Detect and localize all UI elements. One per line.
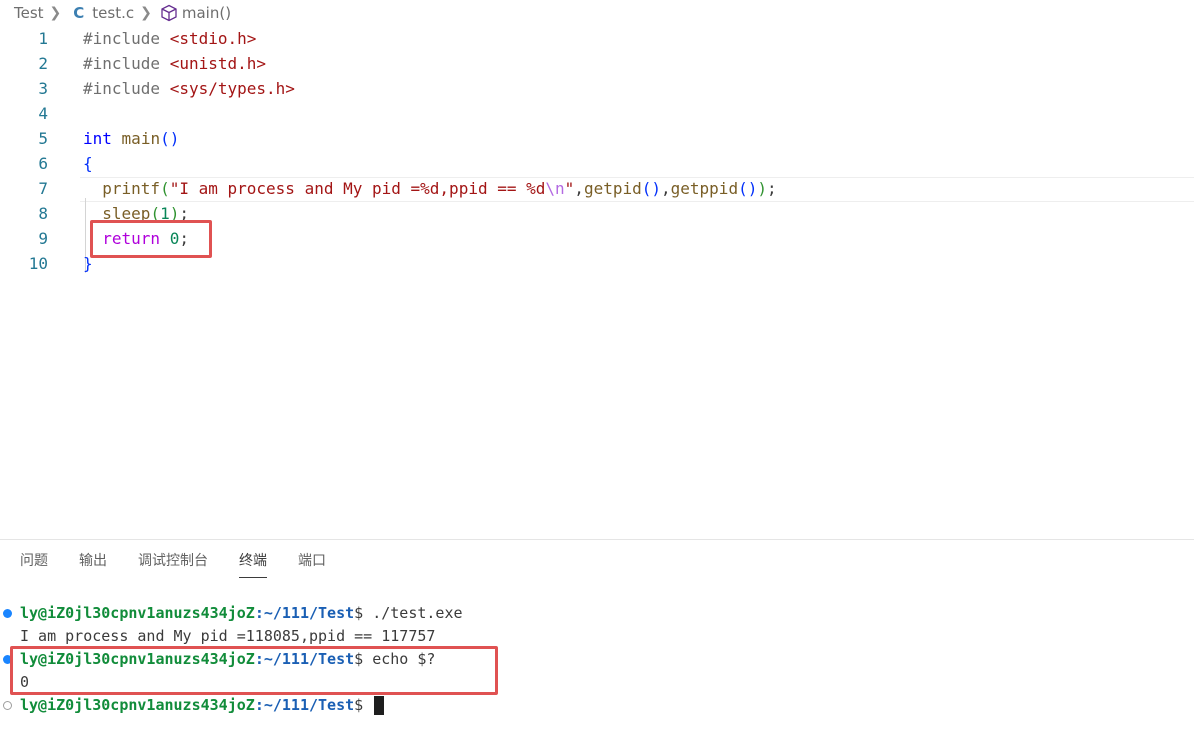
prompt-dollar: $ [354, 604, 364, 622]
code-line[interactable]: 3 #include <sys/types.h> [0, 76, 1194, 101]
code-token: ; [766, 179, 777, 198]
line-number: 4 [38, 104, 48, 123]
terminal-output-line: I am process and My pid =118085,ppid == … [20, 625, 435, 648]
terminal-prompt-line: ly@iZ0jl30cpnv1anuzs434joZ:~/111/Test$ [20, 694, 385, 717]
return-highlight-box [90, 220, 212, 258]
code-token: #include [83, 54, 170, 73]
terminal-cursor [374, 696, 385, 715]
code-token: \n [545, 179, 565, 198]
tab-debug-console[interactable]: 调试控制台 [138, 550, 208, 576]
prompt-path: :~/111/Test [254, 696, 355, 714]
tab-output[interactable]: 输出 [79, 550, 107, 576]
code-text: #include <stdio.h> [83, 26, 256, 51]
line-number: 5 [38, 129, 48, 148]
prompt-dollar: $ [354, 696, 364, 714]
line-number: 6 [38, 154, 48, 173]
code-line[interactable]: 1 #include <stdio.h> [0, 26, 1194, 51]
panel-divider [0, 539, 1194, 540]
code-token: () [160, 129, 180, 148]
command-decoration-icon[interactable] [3, 701, 12, 710]
code-token: main [121, 129, 161, 148]
breadcrumb-symbol[interactable]: main() [160, 4, 231, 22]
code-token: ( [160, 179, 170, 198]
c-file-icon: C [73, 4, 85, 22]
command-decoration-icon[interactable] [3, 609, 12, 618]
code-text: { [83, 151, 93, 176]
prompt-path: :~/111/Test [254, 604, 355, 622]
code-token: getpid [583, 179, 642, 198]
terminal[interactable]: ly@iZ0jl30cpnv1anuzs434joZ:~/111/Test$ .… [0, 600, 1194, 729]
code-token: "I am process and My pid =%d,ppid == %d [169, 179, 546, 198]
code-line[interactable]: 4 [0, 101, 1194, 126]
code-text: int main() [83, 126, 179, 151]
chevron-right-icon: ❯ [49, 5, 62, 21]
line-number: 7 [38, 179, 48, 198]
terminal-command [363, 696, 372, 714]
code-line[interactable]: 7 printf("I am process and My pid =%d,pp… [0, 176, 1194, 201]
line-number: 2 [38, 54, 48, 73]
breadcrumb-file[interactable]: C test.c [69, 4, 134, 22]
line-number: 10 [28, 254, 48, 273]
code-token: printf [102, 179, 161, 198]
code-token: , [661, 179, 671, 198]
prompt-user-host: ly@iZ0jl30cpnv1anuzs434joZ [20, 696, 255, 714]
code-token: <sys/types.h> [169, 79, 295, 98]
code-token: { [83, 154, 93, 173]
line-number: 1 [38, 29, 48, 48]
code-token: int [83, 129, 112, 148]
tab-problems[interactable]: 问题 [20, 550, 48, 576]
breadcrumb: Test ❯ C test.c ❯ main() [0, 0, 1194, 26]
code-token: getppid [670, 179, 739, 198]
method-cube-icon [160, 4, 178, 22]
terminal-command: ./test.exe [363, 604, 463, 622]
code-text: #include <sys/types.h> [83, 76, 295, 101]
terminal-prompt-line: ly@iZ0jl30cpnv1anuzs434joZ:~/111/Test$ .… [20, 602, 463, 625]
chevron-right-icon: ❯ [140, 5, 152, 21]
code-token: , [574, 179, 584, 198]
code-token: #include [83, 79, 170, 98]
code-editor[interactable]: 1 #include <stdio.h> 2 #include <unistd.h> 3… [0, 26, 1194, 276]
code-token: <unistd.h> [169, 54, 267, 73]
breadcrumb-file-label: test.c [92, 4, 135, 22]
code-token: " [564, 179, 575, 198]
code-token: () [738, 179, 758, 198]
code-line[interactable]: 2 #include <unistd.h> [0, 51, 1194, 76]
echo-highlight-box [10, 646, 498, 695]
terminal-output-text: I am process and My pid =118085,ppid == … [20, 627, 436, 645]
code-line[interactable]: 5 int main() [0, 126, 1194, 151]
code-token: #include [83, 29, 170, 48]
tab-terminal[interactable]: 终端 [239, 550, 267, 578]
code-token: () [641, 179, 661, 198]
line-number: 9 [38, 229, 48, 248]
code-text: printf("I am process and My pid =%d,ppid… [83, 176, 777, 201]
panel-tabs: 问题 输出 调试控制台 终端 端口 [20, 550, 357, 578]
line-number: 8 [38, 204, 48, 223]
code-text: #include <unistd.h> [83, 51, 266, 76]
code-line[interactable]: 6{ [0, 151, 1194, 176]
code-token: ) [757, 179, 767, 198]
code-token: <stdio.h> [169, 29, 257, 48]
breadcrumb-symbol-label: main() [181, 4, 232, 22]
breadcrumb-folder-label: Test [14, 4, 44, 22]
line-number: 3 [38, 79, 48, 98]
breadcrumb-folder[interactable]: Test [14, 4, 44, 22]
tab-ports[interactable]: 端口 [298, 550, 326, 576]
prompt-user-host: ly@iZ0jl30cpnv1anuzs434joZ [20, 604, 255, 622]
